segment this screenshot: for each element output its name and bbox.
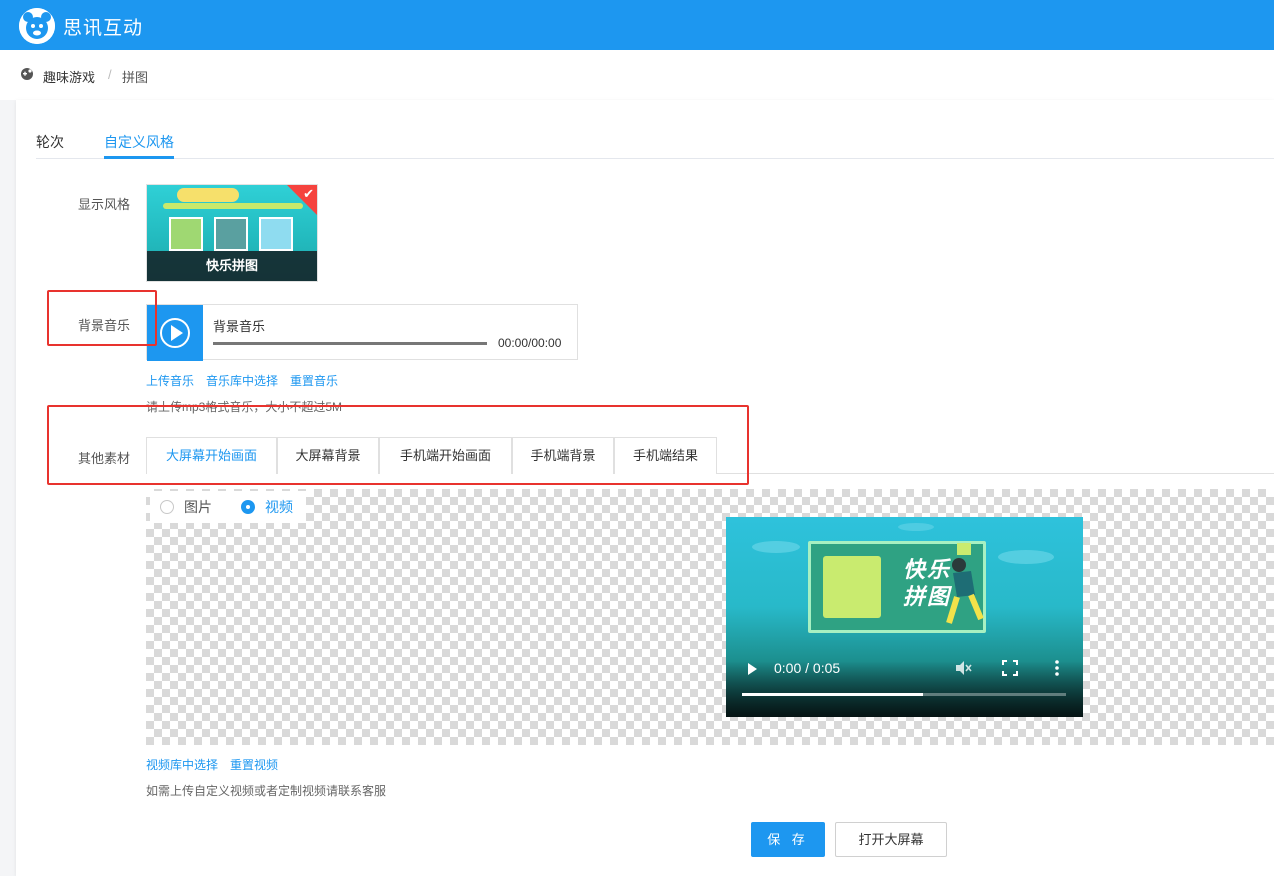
media-type-selector: 图片 视频	[150, 491, 306, 523]
tab-custom-style[interactable]: 自定义风格	[104, 132, 174, 152]
annotation-box-music	[47, 290, 157, 346]
thumb-puzzle-1	[169, 217, 203, 251]
breadcrumb-item-fun-games[interactable]: 趣味游戏	[43, 67, 95, 86]
upload-music-link[interactable]: 上传音乐	[146, 372, 194, 389]
reset-music-link[interactable]: 重置音乐	[290, 372, 338, 389]
fullscreen-icon[interactable]	[1002, 660, 1018, 676]
music-progress-bar[interactable]	[213, 342, 487, 345]
top-navbar: 思讯互动	[0, 0, 1274, 50]
more-options-icon[interactable]	[1054, 660, 1060, 676]
play-icon	[171, 325, 183, 341]
thumb-puzzle-2	[214, 217, 248, 251]
video-preview[interactable]: 快乐 拼图 0:00 / 0:05	[726, 517, 1083, 717]
tabs-divider	[36, 158, 1274, 159]
breadcrumb-separator: /	[108, 67, 112, 82]
thumb-puzzle-3	[259, 217, 293, 251]
thumb-progress-strip	[163, 203, 303, 209]
music-library-link[interactable]: 音乐库中选择	[206, 372, 278, 389]
tab-rounds[interactable]: 轮次	[36, 132, 64, 152]
mute-icon[interactable]	[954, 659, 972, 677]
save-button[interactable]: 保 存	[751, 822, 825, 857]
video-play-button[interactable]	[748, 663, 757, 675]
video-progress-fill	[742, 693, 924, 696]
brand-name: 思讯互动	[63, 18, 144, 39]
bear-logo-icon[interactable]	[19, 8, 55, 44]
breadcrumb: 趣味游戏 / 拼图	[0, 50, 1274, 100]
check-icon: ✔	[303, 186, 314, 201]
open-big-screen-button[interactable]: 打开大屏幕	[835, 822, 947, 857]
music-player: 背景音乐 00:00/00:00	[146, 304, 578, 361]
radio-video[interactable]	[241, 500, 255, 514]
material-preview-area	[146, 489, 1274, 745]
radio-video-label[interactable]: 视频	[265, 497, 293, 517]
game-pad-icon	[21, 68, 33, 80]
video-puzzle-piece	[823, 556, 881, 618]
radio-image-label[interactable]: 图片	[184, 497, 212, 517]
reset-video-link[interactable]: 重置视频	[230, 756, 278, 773]
video-character-figure	[946, 543, 984, 624]
style-card-happy-puzzle[interactable]: 快乐拼图 ✔	[146, 184, 318, 282]
music-title: 背景音乐	[213, 319, 266, 334]
style-card-caption: 快乐拼图	[147, 251, 317, 281]
radio-image[interactable]	[160, 500, 174, 514]
display-style-label: 显示风格	[78, 197, 131, 212]
breadcrumb-item-puzzle: 拼图	[122, 70, 149, 85]
thumb-avatars	[177, 188, 239, 202]
tab-active-indicator	[104, 156, 174, 159]
video-time: 0:00 / 0:05	[774, 660, 841, 676]
video-hint: 如需上传自定义视频或者定制视频请联系客服	[146, 784, 387, 798]
video-library-link[interactable]: 视频库中选择	[146, 756, 218, 773]
annotation-box-materials	[47, 405, 749, 485]
music-time: 00:00/00:00	[498, 336, 562, 350]
video-progress-track[interactable]	[742, 693, 1066, 696]
